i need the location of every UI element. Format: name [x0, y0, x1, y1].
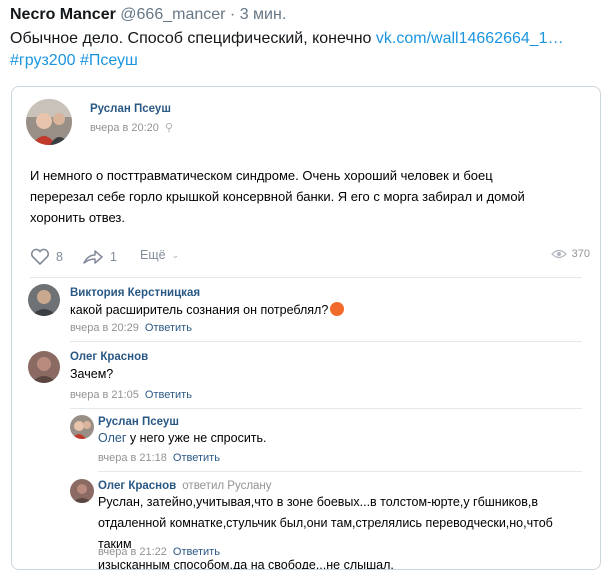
divider [98, 471, 582, 472]
reply-button[interactable]: Ответить [145, 322, 192, 334]
comment-time[interactable]: вчера в 21:05 [70, 389, 139, 401]
tweet-timestamp[interactable]: 3 мин. [240, 6, 287, 23]
post-text-line-2: перерезал себе горло крышкой консервной … [30, 189, 525, 204]
reply-button[interactable]: Ответить [173, 452, 220, 464]
share-arrow-icon [83, 250, 103, 264]
heart-icon [30, 248, 50, 266]
comment-avatar[interactable] [28, 284, 60, 316]
reply-text-line-1: Руслан, затейно,учитывая,что в зоне боев… [98, 495, 539, 509]
like-button[interactable]: 8 [30, 248, 63, 266]
hashtag-gruz200[interactable]: #груз200 [10, 52, 75, 69]
reply-header: Олег Краснов ответил Руслану [98, 480, 272, 492]
post-text-line-3: хоронить отвез. [30, 210, 125, 225]
reply-text-content: у него уже не спросить. [126, 431, 267, 445]
comment-author-name[interactable]: Виктория Керстницкая [70, 287, 200, 299]
comment-text-content: какой расширитель сознания он потреблял? [70, 303, 329, 317]
tweet-body: Обычное дело. Способ специфический, коне… [10, 30, 376, 47]
post-author-avatar[interactable] [26, 99, 72, 145]
comment-author-name[interactable]: Олег Краснов [70, 351, 148, 363]
share-button[interactable]: 1 [82, 248, 117, 266]
reply-author-name[interactable]: Руслан Псеуш [98, 416, 179, 428]
view-count: 370 [571, 248, 590, 260]
post-time[interactable]: вчера в 20:20 [90, 122, 159, 134]
reply-avatar[interactable] [70, 415, 94, 439]
embedded-image-card[interactable]: Руслан Псеуш вчера в 20:20 ⚲ И немного о… [11, 86, 601, 570]
reply-text-line-3: изысканным способом,да на свободе...не с… [98, 558, 394, 570]
avatar-photo-icon [28, 284, 60, 316]
avatar-photo-icon [28, 351, 60, 383]
reply-button[interactable]: Ответить [173, 546, 220, 558]
reply-time[interactable]: вчера в 21:18 [98, 452, 167, 464]
tweet-text: Обычное дело. Способ специфический, коне… [10, 28, 600, 72]
reply-meta: вчера в 21:18 Ответить [98, 452, 220, 464]
like-count: 8 [56, 250, 63, 264]
reply-time[interactable]: вчера в 21:22 [98, 546, 167, 558]
more-button[interactable]: Ещё ⌄ [140, 248, 179, 262]
post-author-name[interactable]: Руслан Псеуш [90, 103, 171, 115]
tweet-author-name[interactable]: Necro Mancer [10, 6, 116, 23]
chevron-down-icon: ⌄ [171, 249, 180, 260]
reply-mention[interactable]: Олег [98, 431, 126, 445]
comment-text: Зачем? [70, 364, 113, 385]
more-label: Ещё [140, 248, 166, 262]
eye-icon [550, 249, 567, 259]
comment-avatar[interactable] [28, 351, 60, 383]
reply-meta: вчера в 21:22 Ответить [98, 546, 220, 558]
divider [70, 341, 582, 342]
comment-text-content: Зачем? [70, 367, 114, 381]
tweet-author-handle[interactable]: @666_mancer [120, 6, 225, 23]
reply-button[interactable]: Ответить [145, 389, 192, 401]
views-counter: 370 [550, 248, 590, 260]
post-text: И немного о посттравматическом синдроме.… [30, 165, 590, 228]
reply-avatar[interactable] [70, 479, 94, 503]
replied-to-label[interactable]: ответил Руслану [182, 480, 271, 492]
reply-text: Руслан, затейно,учитывая,что в зоне боев… [98, 492, 588, 570]
avatar-photo-icon [26, 99, 72, 145]
comment-meta: вчера в 20:29 Ответить [70, 322, 192, 334]
pin-icon: ⚲ [164, 122, 174, 134]
post-timestamp: вчера в 20:20 ⚲ [90, 121, 173, 134]
divider [30, 277, 582, 278]
comment-time[interactable]: вчера в 20:29 [70, 322, 139, 334]
tweet-header: Necro Mancer @666_mancer · 3 мин. [10, 6, 286, 24]
share-count: 1 [110, 250, 117, 264]
reply-text: Олег у него уже не спросить. [98, 428, 267, 449]
post-actions-bar: 8 1 Ещё ⌄ 370 [30, 244, 590, 268]
avatar-photo-icon [70, 415, 94, 439]
comment-meta: вчера в 21:05 Ответить [70, 389, 192, 401]
tweet-separator: · [229, 6, 236, 23]
tweet-link[interactable]: vk.com/wall14662664_1… [376, 30, 564, 47]
reply-author-name[interactable]: Олег Краснов [98, 480, 176, 492]
post-text-line-1: И немного о посттравматическом синдроме.… [30, 168, 493, 183]
avatar-photo-icon [70, 479, 94, 503]
hashtag-pseush[interactable]: #Псеуш [80, 52, 138, 69]
angry-emoji-icon [330, 302, 345, 316]
divider [70, 408, 582, 409]
comment-text: какой расширитель сознания он потреблял? [70, 300, 345, 321]
